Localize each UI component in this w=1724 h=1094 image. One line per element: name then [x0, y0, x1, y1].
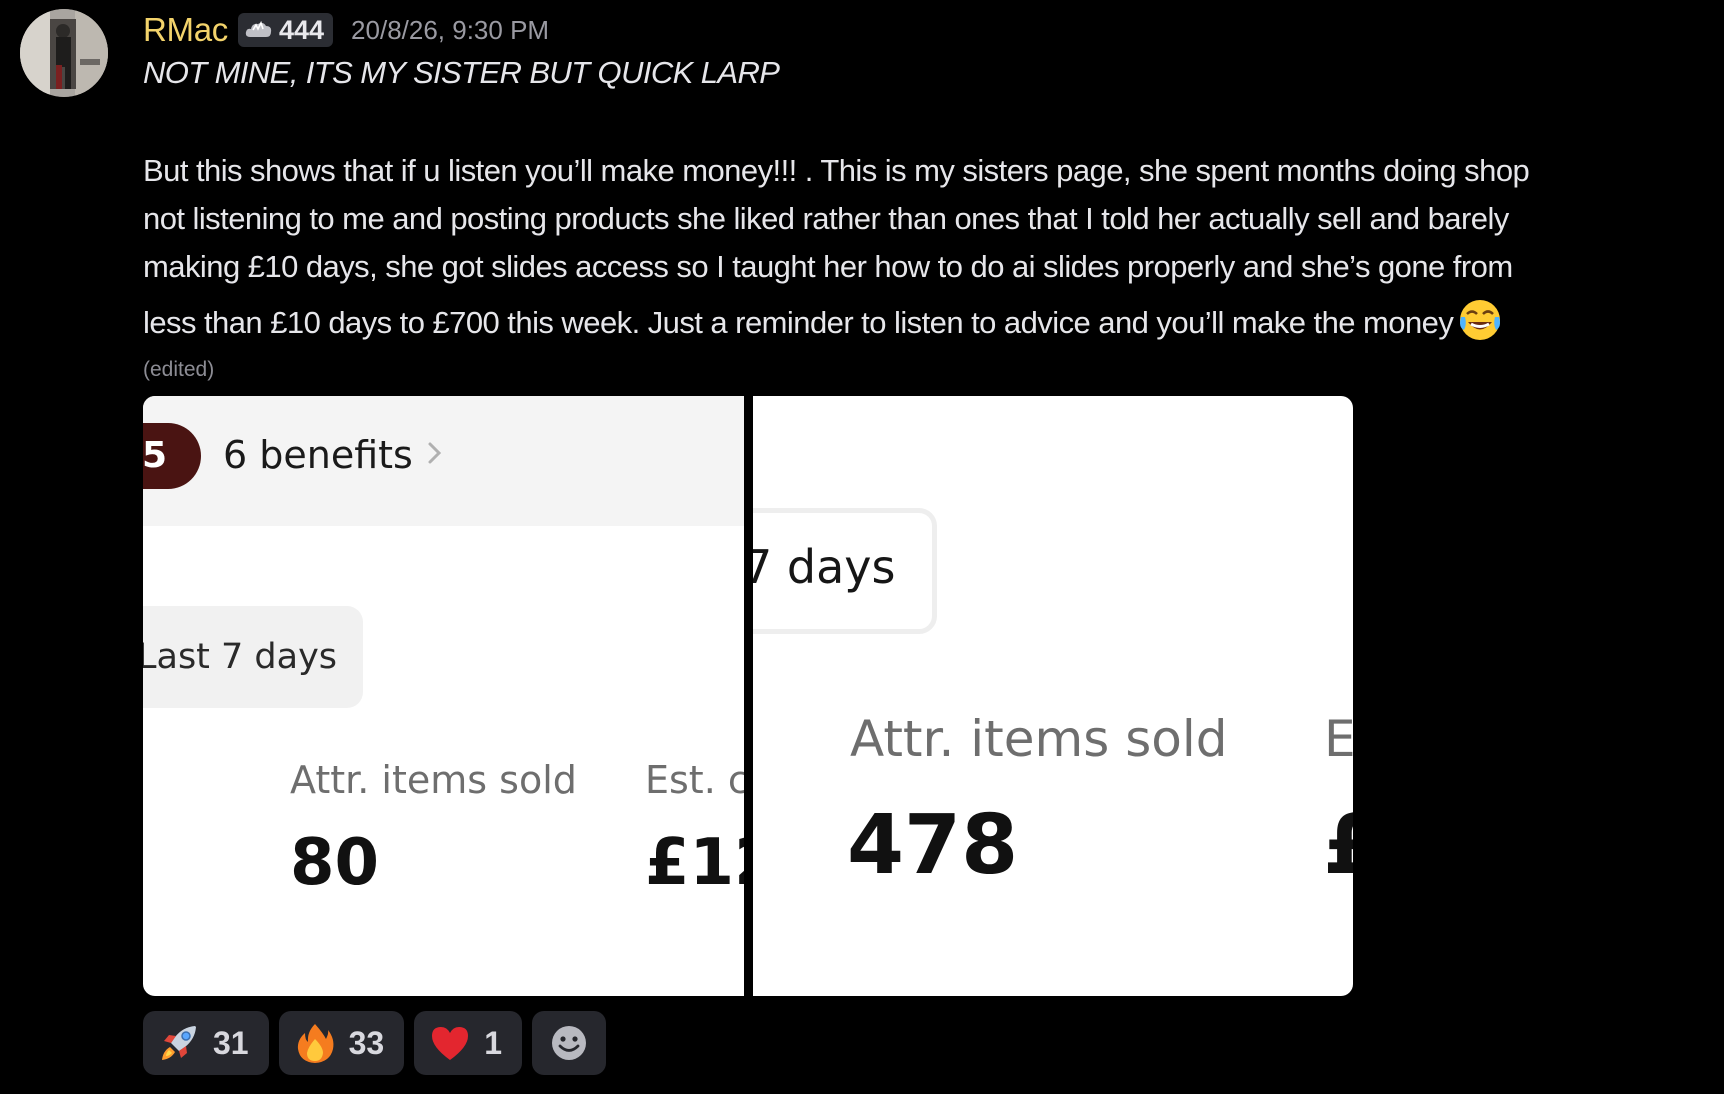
date-range-label: Last 7 days [143, 637, 338, 677]
message-body-line: making £10 days, she got slides access s… [143, 249, 1513, 284]
heart-icon [432, 1027, 469, 1060]
reaction-count: 33 [348, 1024, 385, 1061]
username[interactable]: RMac [143, 11, 228, 49]
message-body-line: But this shows that if u listen you’ll m… [143, 153, 1530, 188]
reaction-rocket[interactable]: 31 [143, 1011, 269, 1075]
image-attachments: 5 6 benefits Last 7 days Attr. items sol… [143, 396, 1353, 996]
message-body-line-last: less than £10 days to £700 this week. Ju… [143, 297, 1723, 343]
metric-value: £12 [645, 826, 744, 900]
joy-emoji-icon [1460, 300, 1501, 340]
date-range-label: 7 days [753, 540, 896, 594]
reactions-bar: 31 33 1 [143, 1011, 606, 1075]
metric-label: Attr. items sold [850, 710, 1228, 768]
benefits-badge: 5 [143, 423, 201, 489]
edited-label: (edited) [143, 358, 215, 381]
attachment-image-right[interactable]: 7 days Attr. items sold 478 E £ [753, 396, 1353, 996]
add-reaction-button[interactable] [531, 1011, 606, 1075]
message-headline: NOT MINE, ITS MY SISTER BUT QUICK LARP [143, 55, 780, 90]
message-body-line: not listening to me and posting products… [143, 201, 1509, 236]
message-body-line: less than £10 days to £700 this week. Ju… [143, 305, 1454, 340]
reaction-heart[interactable]: 1 [414, 1011, 522, 1075]
rocket-icon [162, 1026, 196, 1060]
benefits-text: 6 benefits [223, 433, 413, 477]
benefits-banner: 5 6 benefits [143, 396, 744, 526]
cloud-icon [245, 20, 272, 37]
message-header: RMac 444 20/8/26, 9:30 PM [143, 10, 549, 50]
avatar[interactable] [20, 9, 108, 97]
timestamp[interactable]: 20/8/26, 9:30 PM [351, 15, 549, 46]
smiley-icon [551, 1026, 586, 1060]
metric-value: 478 [847, 798, 1019, 893]
attachment-image-left[interactable]: 5 6 benefits Last 7 days Attr. items sol… [143, 396, 744, 996]
user-tag-badge[interactable]: 444 [237, 13, 334, 47]
fire-icon [297, 1024, 334, 1063]
metric-label: E [1324, 710, 1353, 768]
reaction-count: 1 [484, 1024, 502, 1061]
chevron-right-icon [428, 442, 442, 464]
metric-label: Attr. items sold [290, 758, 577, 802]
chat-message: RMac 444 20/8/26, 9:30 PM NOT MINE, ITS … [0, 0, 1724, 1094]
reaction-fire[interactable]: 33 [278, 1011, 405, 1075]
metric-value: £ [1323, 798, 1353, 893]
avatar-image [20, 9, 108, 97]
metric-value: 80 [290, 826, 380, 900]
metric-label: Est. c [645, 758, 744, 802]
reaction-count: 31 [213, 1024, 249, 1061]
user-tag-count: 444 [278, 14, 325, 45]
